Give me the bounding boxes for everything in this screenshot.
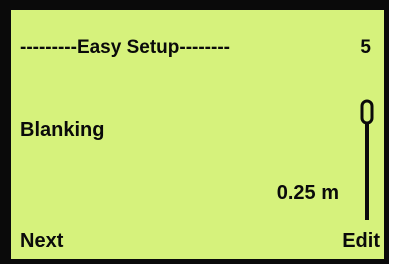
screen-number: 5 (360, 37, 371, 58)
edit-softkey[interactable]: Edit (342, 229, 380, 253)
next-softkey[interactable]: Next (20, 229, 63, 253)
parameter-value: 0.25 m (276, 182, 339, 204)
lcd-bezel: ---------Easy Setup-------- 5 Blanking 0… (0, 0, 389, 264)
parameter-label: Blanking (20, 119, 105, 141)
scroll-thumb (360, 99, 374, 125)
scroll-indicator (360, 99, 374, 220)
lcd-screen: ---------Easy Setup-------- 5 Blanking 0… (11, 10, 384, 259)
screen-title: ---------Easy Setup-------- (20, 37, 230, 58)
